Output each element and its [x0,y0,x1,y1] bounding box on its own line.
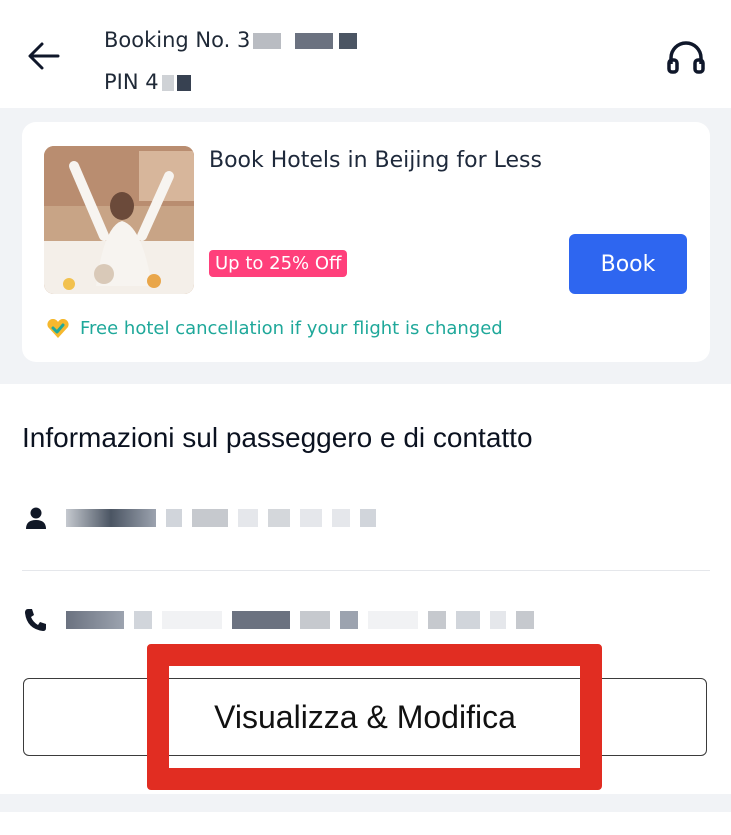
hotel-promo-card[interactable]: Book Hotels in Beijing for Less Up to 25… [22,122,710,362]
book-hotel-button[interactable]: Book [569,234,687,294]
phone-icon [25,609,46,631]
redacted-value [295,33,334,49]
booking-number: Booking No. 3 [104,28,358,52]
redacted-value [253,33,282,49]
passenger-contact-section: Informazioni sul passeggero e di contatt… [0,384,731,794]
row-divider [22,570,710,571]
promo-title: Book Hotels in Beijing for Less [209,148,542,173]
discount-badge: Up to 25% Off [209,250,348,277]
hotel-promo-image [44,146,194,294]
free-cancellation-text: Free hotel cancellation if your flight i… [80,318,503,339]
top-bar: Booking No. 3 PIN 4 [0,0,731,108]
passenger-name-row [22,488,710,548]
booking-pin: PIN 4 [104,70,191,94]
section-title: Informazioni sul passeggero e di contatt… [22,422,533,453]
contact-phone-row [22,590,710,650]
redacted-phone-number [66,608,534,632]
pin-label: PIN 4 [104,70,159,94]
back-arrow-icon[interactable] [24,36,64,76]
redacted-value [161,75,174,91]
redacted-value [339,33,358,49]
view-modify-button[interactable]: Visualizza & Modifica [23,678,707,756]
redacted-passenger-name [66,506,376,530]
person-icon [26,507,46,529]
next-section-edge [0,812,731,835]
booking-number-label: Booking No. 3 [104,28,251,52]
free-cancellation-note: Free hotel cancellation if your flight i… [46,318,503,339]
customer-support-icon[interactable] [665,38,707,78]
heart-check-icon [47,318,69,338]
view-modify-label: Visualizza & Modifica [214,698,516,735]
redacted-value [176,75,191,91]
